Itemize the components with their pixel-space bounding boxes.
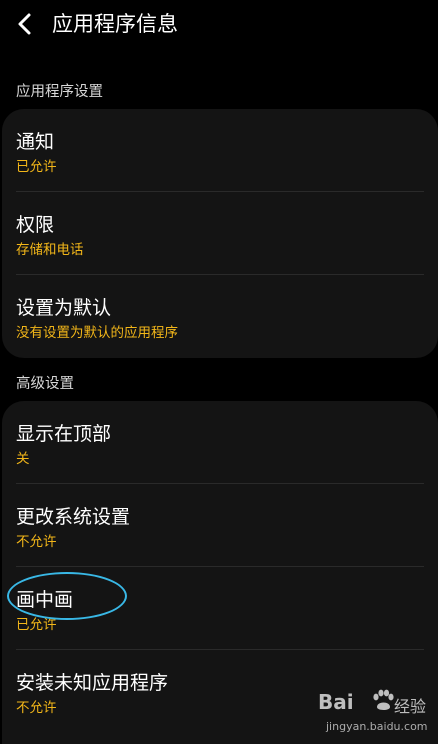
item-status: 已允许 xyxy=(16,617,57,633)
item-status: 已允许 xyxy=(16,159,57,175)
list-item-modify-system-settings[interactable]: 更改系统设置 不允许 xyxy=(2,484,438,567)
list-item-install-unknown-apps[interactable]: 安装未知应用程序 不允许 xyxy=(2,650,438,733)
list-item-permissions[interactable]: 权限 存储和电话 xyxy=(2,192,438,275)
item-title: 更改系统设置 xyxy=(16,506,131,528)
item-status: 关 xyxy=(16,451,30,467)
section-header-app-settings: 应用程序设置 xyxy=(16,84,103,100)
settings-card-advanced: 显示在顶部 关 更改系统设置 不允许 画中画 已允许 安装未知应用程序 不允许 xyxy=(2,401,438,744)
list-item-picture-in-picture[interactable]: 画中画 已允许 xyxy=(2,567,438,650)
section-header-advanced: 高级设置 xyxy=(16,376,74,392)
list-item-set-as-default[interactable]: 设置为默认 没有设置为默认的应用程序 xyxy=(2,275,438,358)
item-title: 画中画 xyxy=(16,589,74,611)
item-status: 没有设置为默认的应用程序 xyxy=(16,325,178,341)
item-title: 设置为默认 xyxy=(16,297,112,319)
page-title: 应用程序信息 xyxy=(52,12,178,36)
item-status: 存储和电话 xyxy=(16,242,84,258)
item-title: 权限 xyxy=(16,214,55,236)
list-item-display-on-top[interactable]: 显示在顶部 关 xyxy=(2,401,438,484)
item-status: 不允许 xyxy=(16,534,57,550)
app-bar: 应用程序信息 xyxy=(0,0,438,48)
item-title: 通知 xyxy=(16,131,55,153)
list-item-notifications[interactable]: 通知 已允许 xyxy=(2,109,438,192)
item-title: 安装未知应用程序 xyxy=(16,672,169,694)
back-button[interactable] xyxy=(12,10,42,38)
item-title: 显示在顶部 xyxy=(16,423,112,445)
settings-card-app: 通知 已允许 权限 存储和电话 设置为默认 没有设置为默认的应用程序 xyxy=(2,109,438,358)
back-arrow-icon[interactable] xyxy=(12,10,42,38)
item-status: 不允许 xyxy=(16,700,57,716)
